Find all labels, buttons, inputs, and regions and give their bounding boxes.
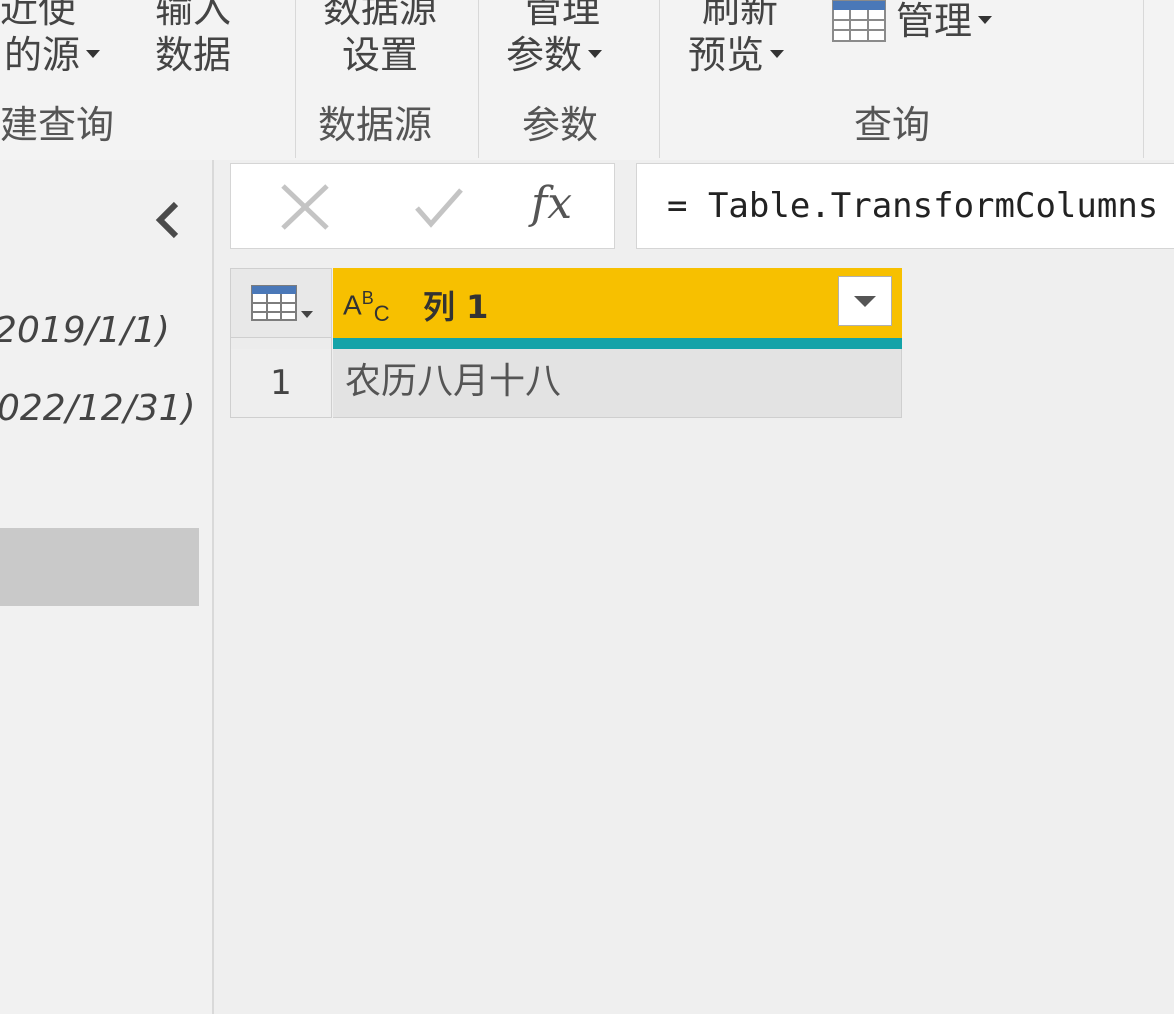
- query-item-label: (2022/12/31): [0, 388, 196, 429]
- parameters-group-label: 参数: [522, 103, 599, 147]
- ribbon-divider: [295, 0, 296, 158]
- chevron-left-icon[interactable]: [152, 200, 182, 240]
- query-item-date[interactable]: (2022/12/31): [0, 388, 196, 429]
- refresh-preview-label-1: 刷新: [702, 0, 779, 31]
- check-icon[interactable]: [411, 182, 467, 232]
- table-cell[interactable]: 农历八月十八: [333, 349, 902, 418]
- refresh-preview-button[interactable]: 刷新 预览: [688, 0, 785, 78]
- fx-icon[interactable]: fx: [531, 178, 572, 229]
- formula-text: = Table.TransformColumns: [667, 186, 1159, 226]
- dropdown-caret-icon: [978, 15, 993, 24]
- query-group-label: 查询: [854, 103, 931, 147]
- table-menu-button[interactable]: [230, 268, 332, 338]
- ribbon-divider: [1143, 0, 1144, 158]
- data-grid: ABC 列 1 1 农历八月十八: [230, 268, 902, 418]
- ribbon: 最近使 的源 输入 数据 新建查询 数据源 设置 数据源 管理 参数 参数 刷新…: [0, 0, 1174, 160]
- data-source-settings-label-1: 数据源: [322, 0, 437, 31]
- dropdown-caret-icon: [86, 49, 101, 58]
- data-source-settings-label-2: 设置: [341, 33, 418, 77]
- ribbon-divider: [478, 0, 479, 158]
- dropdown-caret-icon: [588, 49, 603, 58]
- manage-parameters-label-1: 管理: [524, 0, 601, 31]
- formula-bar-buttons: fx: [230, 163, 615, 249]
- recent-sources-label-1: 最近使: [0, 0, 77, 31]
- enter-data-label-1: 输入: [155, 0, 232, 31]
- text-type-icon[interactable]: ABC: [343, 278, 390, 334]
- enter-data-button[interactable]: 输入 数据: [155, 0, 231, 78]
- enter-data-label-2: 数据: [155, 33, 232, 77]
- x-icon[interactable]: [277, 182, 333, 232]
- new-query-group-label: 新建查询: [0, 103, 115, 147]
- data-source-group-label: 数据源: [318, 103, 433, 147]
- recent-sources-button[interactable]: 最近使 的源: [0, 0, 101, 78]
- ribbon-divider: [659, 0, 660, 158]
- pane-divider[interactable]: [212, 160, 214, 1014]
- selected-query-item[interactable]: [0, 528, 199, 606]
- row-number-spacer: [230, 338, 332, 349]
- formula-input[interactable]: = Table.TransformColumns: [636, 163, 1174, 249]
- table-icon: [251, 285, 313, 321]
- column-quality-bar: [333, 338, 902, 349]
- dropdown-caret-icon: [770, 49, 785, 58]
- column-name: 列 1: [423, 288, 489, 326]
- query-item-date[interactable]: (2019/1/1): [0, 310, 170, 351]
- fx-label: fx: [531, 178, 573, 229]
- manage-parameters-label-2: 参数: [506, 33, 583, 77]
- refresh-preview-label-2: 预览: [688, 33, 765, 77]
- table-icon: [832, 0, 886, 42]
- chevron-down-icon: [854, 296, 876, 307]
- manage-label: 管理: [896, 0, 973, 43]
- query-item-label: (2019/1/1): [0, 310, 170, 351]
- row-number: 1: [230, 349, 332, 418]
- manage-parameters-button[interactable]: 管理 参数: [506, 0, 603, 78]
- recent-sources-label-2: 的源: [4, 33, 81, 77]
- queries-pane: (2019/1/1) (2022/12/31): [0, 160, 212, 1014]
- column-header[interactable]: ABC 列 1: [333, 268, 902, 338]
- column-filter-button[interactable]: [838, 276, 892, 326]
- data-source-settings-button[interactable]: 数据源 设置: [316, 0, 444, 78]
